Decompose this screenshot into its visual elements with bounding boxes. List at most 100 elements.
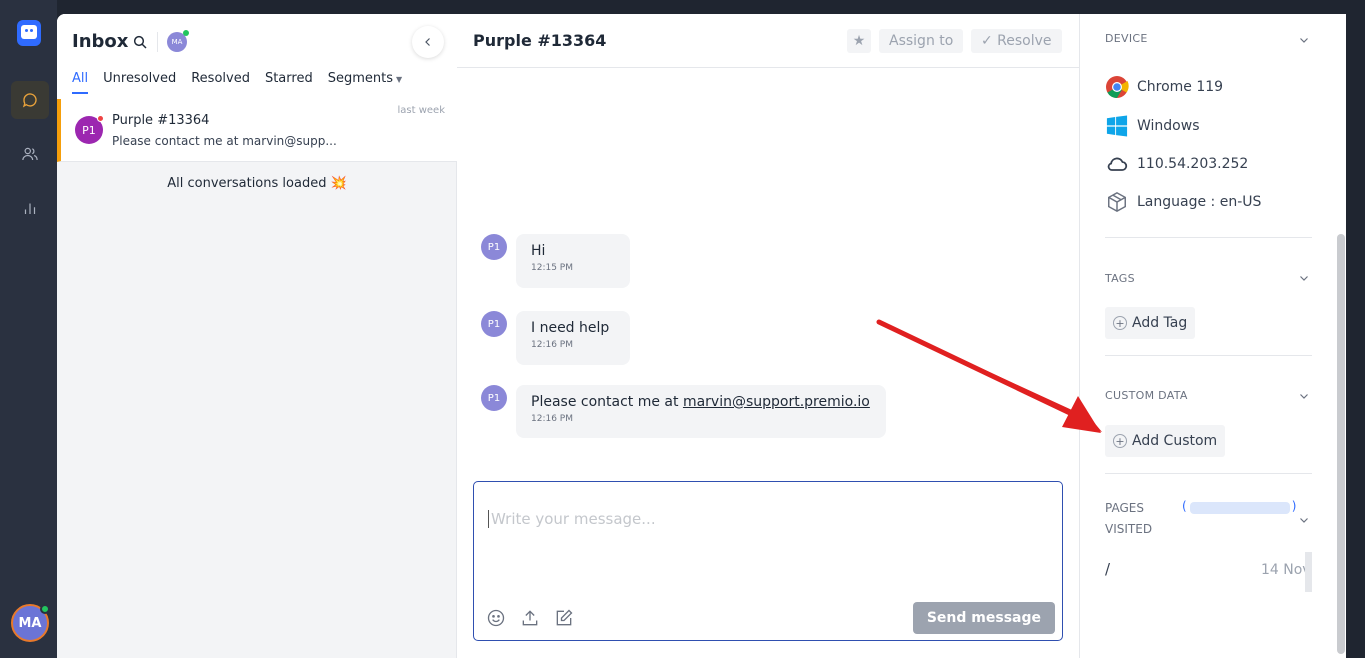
message-time: 12:16 PM	[531, 340, 573, 350]
language-value: Language : en-US	[1137, 194, 1262, 210]
message-text: Please contact me at marvin@support.prem…	[531, 394, 871, 410]
section-divider	[1105, 473, 1312, 474]
search-icon[interactable]	[132, 34, 148, 50]
chevron-down-icon[interactable]	[1298, 514, 1310, 526]
visited-page-date: 14 Nov	[1261, 562, 1311, 578]
os-name: Windows	[1137, 118, 1200, 134]
cloud-icon	[1105, 152, 1129, 176]
plus-circle-icon: +	[1113, 316, 1127, 330]
pages-visited-label: PAGES VISITED	[1105, 498, 1165, 540]
windows-icon	[1105, 114, 1129, 138]
collapse-panel-button[interactable]	[412, 26, 444, 58]
conversation-avatar: P1	[75, 115, 104, 144]
cube-icon	[1105, 190, 1129, 214]
star-icon: ★	[852, 33, 866, 49]
message-avatar: P1	[481, 385, 507, 411]
device-os-row: Windows	[1105, 114, 1200, 138]
message-time: 12:15 PM	[531, 263, 573, 273]
visited-page-path[interactable]: /	[1105, 560, 1110, 578]
add-custom-button[interactable]: + Add Custom	[1105, 425, 1226, 457]
device-section-label: DEVICE	[1105, 32, 1148, 45]
plus-circle-icon: +	[1113, 434, 1127, 448]
inbox-panel: Inbox MA All Unresolved Resolved Starred…	[57, 14, 457, 658]
conversation-name: Purple #13364	[112, 113, 210, 128]
all-loaded-text: All conversations loaded 💥	[167, 176, 347, 191]
tab-unresolved[interactable]: Unresolved	[103, 71, 176, 94]
star-button[interactable]: ★	[847, 29, 871, 53]
message-text: Hi	[531, 243, 546, 259]
message-time: 12:16 PM	[531, 414, 573, 424]
section-divider	[1105, 237, 1312, 238]
chevron-down-icon[interactable]	[1298, 34, 1310, 46]
app-logo-icon[interactable]	[17, 20, 41, 46]
upload-icon[interactable]	[520, 608, 540, 628]
app-window: Inbox MA All Unresolved Resolved Starred…	[57, 14, 1346, 658]
pages-scrollbar[interactable]	[1305, 552, 1312, 592]
left-rail: MA	[0, 0, 57, 658]
conversation-item[interactable]: P1 Purple #13364 Please contact me at ma…	[57, 99, 457, 162]
agent-online-dot	[183, 30, 189, 36]
conversation-time: last week	[397, 105, 446, 116]
conversation-preview: Please contact me at marvin@supp...	[112, 134, 337, 148]
message-avatar: P1	[481, 311, 507, 337]
pages-count-close: )	[1291, 499, 1297, 513]
conversations-nav-icon[interactable]	[11, 81, 49, 119]
message-bubble: I need help 12:16 PM	[516, 311, 630, 365]
message-text: I need help	[531, 320, 610, 336]
tab-segments[interactable]: Segments ▼	[328, 71, 402, 94]
analytics-nav-icon[interactable]	[11, 189, 49, 227]
pages-visited-label-line1: PAGES	[1105, 501, 1144, 515]
add-tag-button[interactable]: + Add Tag	[1105, 307, 1196, 339]
tab-starred[interactable]: Starred	[265, 71, 313, 94]
section-divider	[1105, 355, 1312, 356]
online-status-dot	[40, 604, 50, 614]
agent-avatar[interactable]: MA	[167, 30, 189, 52]
tab-all[interactable]: All	[72, 71, 89, 94]
emoji-icon[interactable]	[486, 608, 506, 628]
add-custom-label: Add Custom	[1132, 433, 1218, 449]
message-composer[interactable]: Write your message... Send message	[473, 481, 1063, 641]
tags-section-label: TAGS	[1105, 272, 1135, 285]
pages-visited-label-line2: VISITED	[1105, 522, 1153, 536]
message-bubble: Hi 12:15 PM	[516, 234, 630, 288]
device-language-row: Language : en-US	[1105, 190, 1261, 214]
inbox-title: Inbox	[72, 31, 129, 52]
inbox-tabs: All Unresolved Resolved Starred Segments…	[72, 71, 402, 94]
agent-avatar-initials: MA	[171, 38, 183, 46]
device-ip-row: 110.54.203.252	[1105, 152, 1248, 176]
edit-note-icon[interactable]	[554, 608, 574, 628]
email-link[interactable]: marvin@support.premio.io	[683, 394, 870, 410]
chevron-left-icon	[425, 38, 430, 46]
pages-count: ()	[1182, 499, 1296, 513]
browser-name: Chrome 119	[1137, 79, 1224, 95]
contacts-nav-icon[interactable]	[11, 135, 49, 173]
chevron-down-icon[interactable]	[1298, 272, 1310, 284]
device-browser-row: Chrome 119	[1105, 75, 1223, 99]
details-scrollbar[interactable]	[1337, 234, 1345, 654]
resolve-button[interactable]: ✓ Resolve	[971, 29, 1062, 53]
user-avatar[interactable]: MA	[11, 604, 50, 642]
caret-down-icon: ▼	[395, 75, 403, 84]
send-message-button[interactable]: Send message	[912, 602, 1055, 634]
chrome-icon	[1105, 75, 1129, 99]
details-panel: DEVICE Chrome 119 Windows 110.54.203.252…	[1079, 14, 1346, 658]
ip-address: 110.54.203.252	[1137, 156, 1249, 172]
chat-header: Purple #13364 ★ Assign to ✓ Resolve	[457, 14, 1079, 68]
unread-dot	[97, 115, 104, 122]
message-avatar: P1	[481, 234, 507, 260]
chat-title: Purple #13364	[473, 31, 607, 50]
chat-panel: Purple #13364 ★ Assign to ✓ Resolve P1 H…	[457, 14, 1079, 658]
conversation-avatar-initials: P1	[82, 123, 96, 137]
add-tag-label: Add Tag	[1132, 315, 1188, 331]
chevron-down-icon[interactable]	[1298, 390, 1310, 402]
message-text-prefix: Please contact me at	[531, 394, 683, 410]
tab-segments-label: Segments	[327, 71, 393, 86]
assign-to-button[interactable]: Assign to	[879, 29, 964, 53]
custom-data-section-label: CUSTOM DATA	[1105, 389, 1188, 402]
message-bubble: Please contact me at marvin@support.prem…	[516, 385, 886, 438]
tab-resolved[interactable]: Resolved	[191, 71, 250, 94]
inbox-header: Inbox MA All Unresolved Resolved Starred…	[57, 14, 457, 99]
user-avatar-initials: MA	[18, 615, 42, 631]
message-input[interactable]: Write your message...	[488, 510, 656, 528]
header-divider	[157, 32, 158, 52]
